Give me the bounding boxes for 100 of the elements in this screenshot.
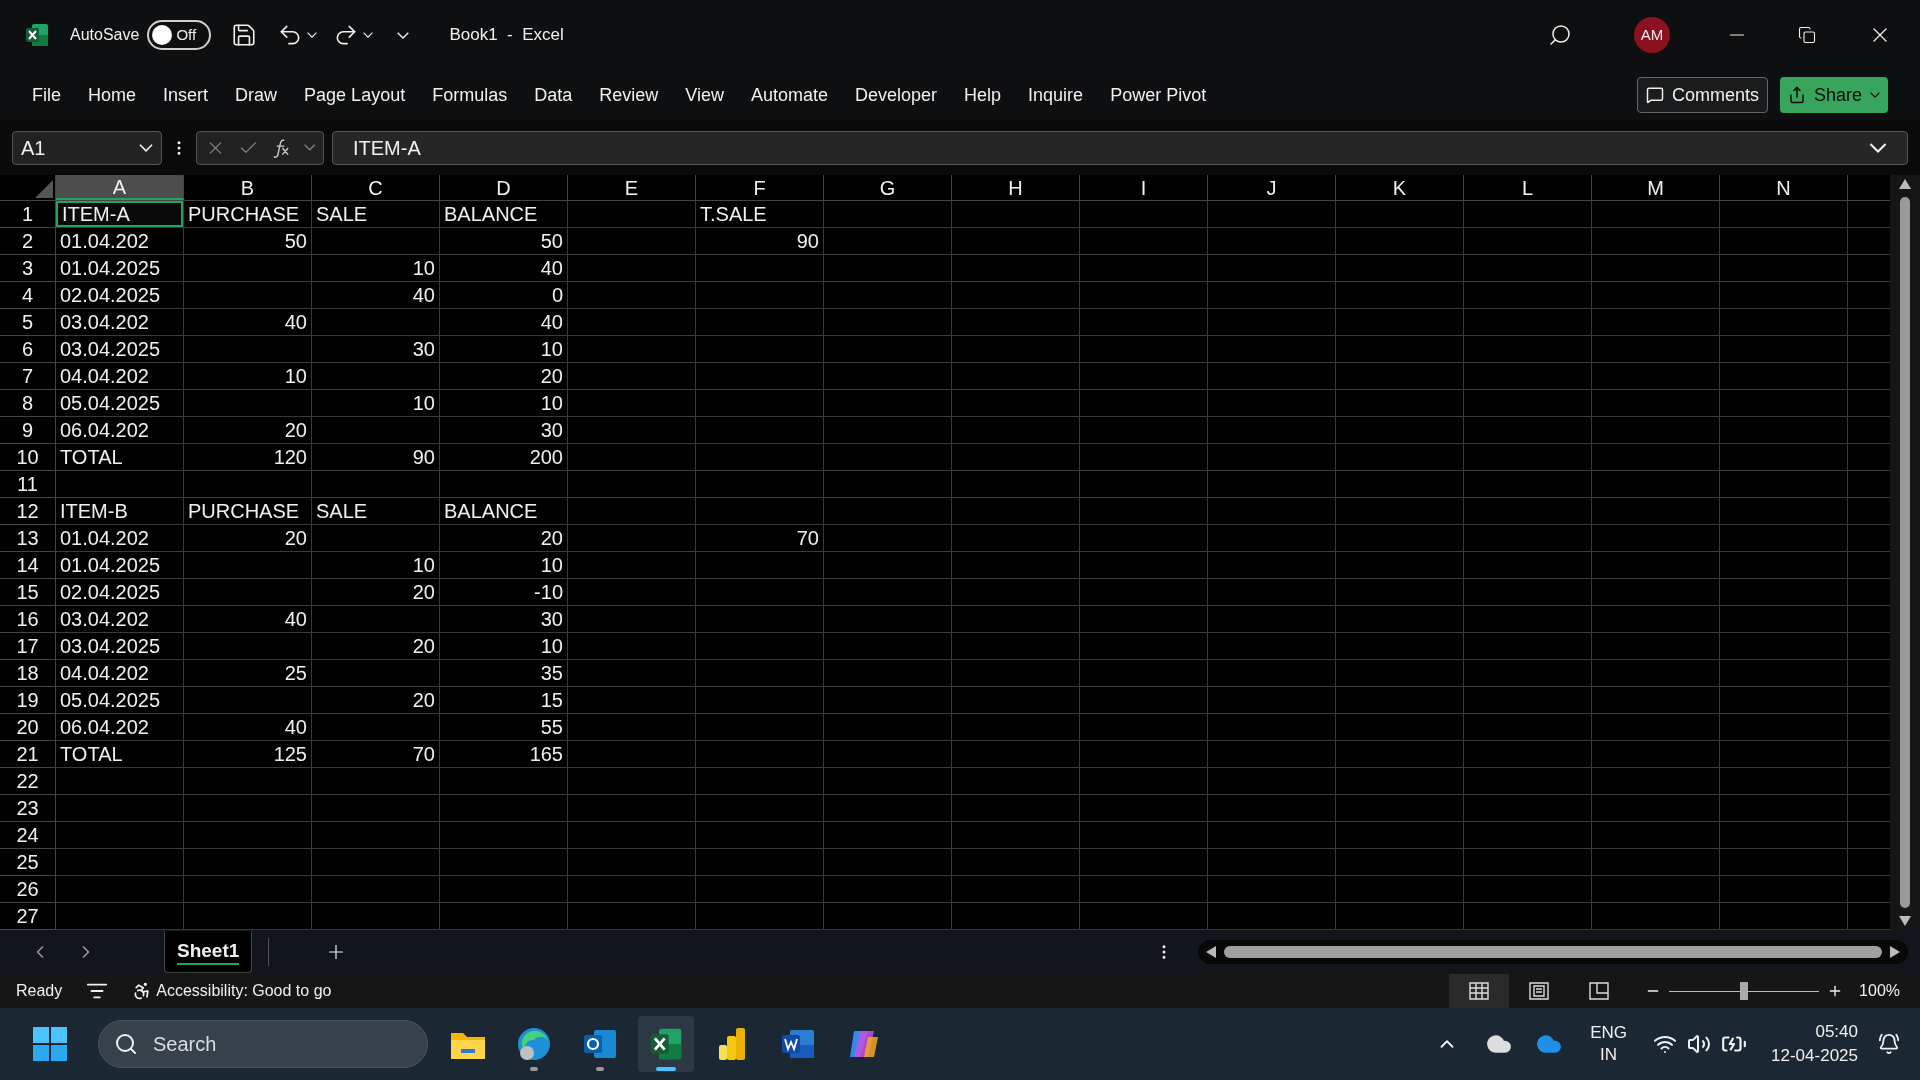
column-header[interactable]: E (568, 175, 696, 200)
taskbar-app[interactable] (638, 1016, 694, 1072)
table-cell-text: 06.04.202 (59, 418, 150, 443)
row-header[interactable]: 2 (0, 228, 56, 255)
zoom-slider-thumb[interactable] (1740, 982, 1749, 1000)
scroll-down-icon[interactable] (1899, 916, 1911, 926)
notification-icon[interactable] (1878, 1033, 1900, 1055)
restore-icon[interactable] (1798, 26, 1816, 44)
scroll-left-icon[interactable] (1206, 946, 1216, 958)
row-header[interactable]: 4 (0, 282, 56, 309)
column-header[interactable]: F (696, 175, 824, 200)
horizontal-scrollbar[interactable] (1198, 940, 1908, 964)
vertical-scrollbar[interactable] (1890, 175, 1920, 930)
row-header[interactable]: 21 (0, 741, 56, 768)
row-header[interactable]: 3 (0, 255, 56, 282)
ribbon-tab[interactable]: Draw (235, 81, 278, 109)
name-box[interactable]: A1 (12, 130, 162, 165)
row-header[interactable]: 15 (0, 579, 56, 606)
row-header[interactable]: 24 (0, 822, 56, 849)
row-header[interactable]: 18 (0, 660, 56, 687)
ribbon-tab[interactable]: Formulas (432, 81, 508, 109)
row-header[interactable]: 23 (0, 795, 56, 822)
document-app-icon[interactable] (780, 1027, 816, 1061)
ribbon-tab[interactable]: Inquire (1028, 81, 1084, 109)
column-header[interactable]: B (184, 175, 312, 200)
scroll-up-icon[interactable] (1899, 179, 1911, 189)
row-header[interactable]: 5 (0, 309, 56, 336)
row-header[interactable]: 8 (0, 390, 56, 417)
browser-icon[interactable] (516, 1026, 552, 1062)
ribbon-tab[interactable]: Power Pivot (1110, 81, 1207, 109)
row-header[interactable]: 26 (0, 876, 56, 903)
table-cell-text: 20 (539, 364, 564, 389)
table-cell-text: 10 (539, 391, 564, 416)
ribbon-tab[interactable]: Automate (750, 81, 828, 109)
status-text: Ready (16, 981, 63, 1001)
save-icon[interactable] (231, 22, 258, 48)
row-header[interactable]: 25 (0, 849, 56, 876)
clock[interactable]: 05:40 12-04-2025 (1771, 1020, 1858, 1068)
column-header[interactable]: N (1720, 175, 1848, 200)
row-header[interactable]: 9 (0, 417, 56, 444)
zoom-percentage[interactable]: 100% (1859, 979, 1900, 1003)
row-header[interactable]: 7 (0, 363, 56, 390)
formula-field[interactable]: ITEM-A (332, 130, 1908, 165)
accessibility-status[interactable]: Accessibility: Good to go (156, 979, 332, 1003)
column-header[interactable]: D (440, 175, 568, 200)
view-button[interactable] (1449, 974, 1510, 1008)
share-button[interactable]: Share (1779, 77, 1888, 113)
table-cell-text: T.SALE (699, 202, 768, 227)
row-header[interactable]: 13 (0, 525, 56, 552)
caret-icon[interactable] (307, 32, 318, 38)
row-header[interactable]: 22 (0, 768, 56, 795)
ribbon-tab[interactable]: Help (964, 81, 1002, 109)
row-header[interactable]: 16 (0, 606, 56, 633)
table-cell-text: 10 (539, 553, 564, 578)
column-header[interactable]: J (1208, 175, 1336, 200)
table-cell-text: 20 (411, 688, 436, 713)
ribbon-tab[interactable]: Data (534, 81, 573, 109)
row-header[interactable]: 6 (0, 336, 56, 363)
share-icon (1787, 86, 1806, 104)
spreadsheet-app-icon[interactable] (648, 1026, 684, 1062)
column-header[interactable]: C (312, 175, 440, 200)
row-header[interactable]: 17 (0, 633, 56, 660)
row-header[interactable]: 20 (0, 714, 56, 741)
language-indicator[interactable]: ENG IN (1590, 1022, 1628, 1066)
column-header[interactable]: L (1464, 175, 1592, 200)
column-header[interactable]: A (56, 175, 184, 200)
column-header[interactable]: G (824, 175, 952, 200)
user-avatar[interactable]: AM (1634, 17, 1670, 53)
table-cell-text: 10 (539, 337, 564, 362)
table-cell-text: 25 (283, 661, 308, 686)
caret-icon[interactable] (363, 32, 374, 38)
row-header[interactable]: 12 (0, 498, 56, 525)
table-cell-text: 01.04.202 (59, 229, 150, 254)
ribbon-tab[interactable]: View (685, 81, 724, 109)
volume-icon[interactable] (1687, 1032, 1712, 1056)
column-header[interactable]: H (952, 175, 1080, 200)
ribbon-tab[interactable]: Page Layout (304, 81, 406, 109)
row-header[interactable]: 14 (0, 552, 56, 579)
sheet-tab[interactable]: Sheet1 (164, 931, 253, 973)
zoom-slider[interactable] (1669, 981, 1820, 1001)
ribbon-tab[interactable]: File (32, 81, 61, 109)
ribbon-tab[interactable]: Review (599, 81, 659, 109)
row-header[interactable]: 19 (0, 687, 56, 714)
start-icon[interactable] (32, 1026, 68, 1062)
taskbar-search-field[interactable]: Search (98, 1020, 428, 1068)
autosave-toggle[interactable]: Off (147, 20, 212, 50)
mail-app-icon[interactable] (582, 1027, 618, 1061)
search-icon[interactable] (1548, 23, 1572, 47)
column-header[interactable]: I (1080, 175, 1208, 200)
scroll-right-icon[interactable] (1890, 946, 1900, 958)
bar-chart-app-icon[interactable] (716, 1026, 748, 1062)
ribbon-tab[interactable]: Developer (855, 81, 938, 109)
ribbon-tab[interactable]: Insert (163, 81, 209, 109)
ribbon-tab[interactable]: Home (88, 81, 137, 109)
column-header[interactable]: M (1592, 175, 1720, 200)
customize-toolbar-icon[interactable] (397, 31, 410, 39)
comments-button[interactable]: Comments (1636, 77, 1768, 113)
column-header[interactable]: K (1336, 175, 1464, 200)
row-header[interactable]: 11 (0, 471, 56, 498)
row-header[interactable]: 10 (0, 444, 56, 471)
